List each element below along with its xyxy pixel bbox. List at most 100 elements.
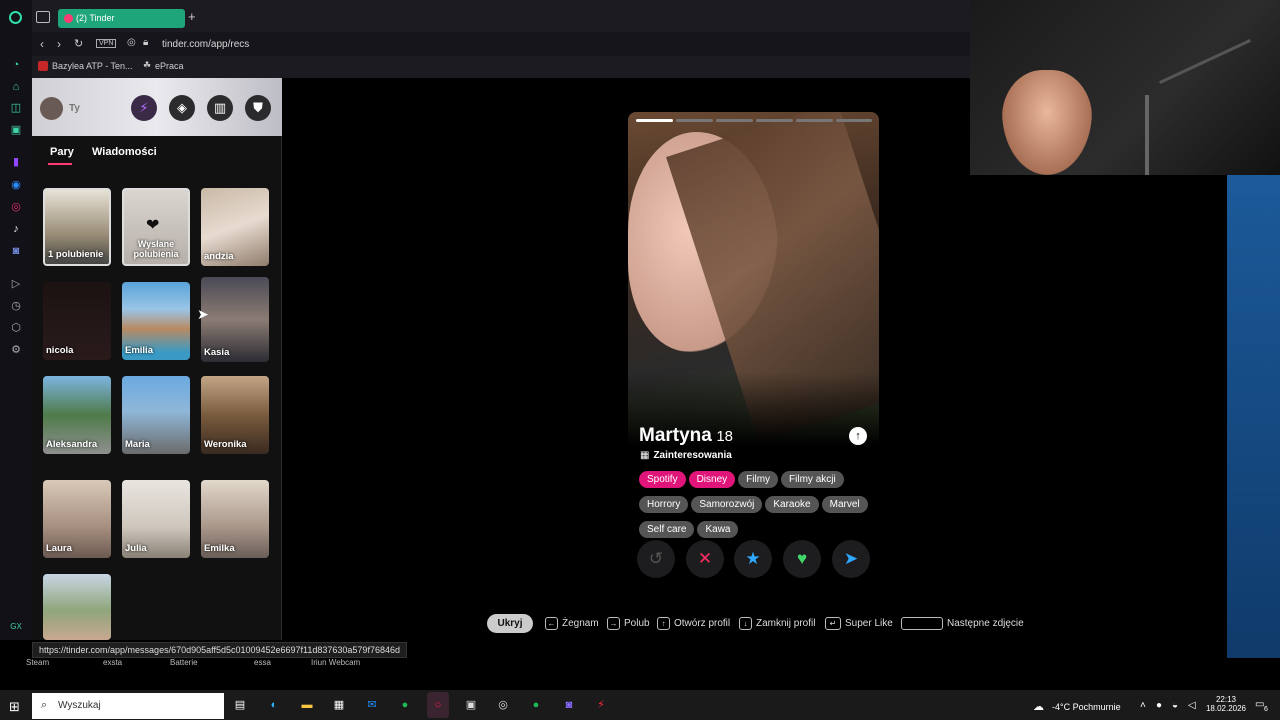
boost-send-button[interactable]: ➤ <box>832 540 870 578</box>
match-tile[interactable]: Emilia <box>122 282 190 360</box>
match-tile[interactable]: Maria <box>122 376 190 454</box>
discord-icon[interactable]: ◙ <box>561 697 577 713</box>
network-icon[interactable]: ◒ <box>1172 700 1178 711</box>
photo-indicator[interactable] <box>836 119 872 122</box>
open-profile-icon[interactable]: ↑ <box>849 427 867 445</box>
desktop-icon-label[interactable]: Batterie <box>170 658 198 667</box>
weather-icon[interactable]: ☁ <box>1033 700 1044 713</box>
match-tile[interactable]: Laura <box>43 480 111 558</box>
settings-icon[interactable]: ⚙ <box>9 343 23 357</box>
shield-icon[interactable]: ⛊ <box>245 95 271 121</box>
interest-pill: Filmy <box>738 471 779 488</box>
cursor-icon: ➤ <box>197 306 209 322</box>
interest-pill: Spotify <box>639 471 686 488</box>
shopping-icon[interactable]: ⌂ <box>9 80 23 94</box>
photo-indicator[interactable] <box>796 119 833 122</box>
like-button[interactable]: ♥ <box>783 540 821 578</box>
tab-menu-icon[interactable] <box>36 11 50 23</box>
microphone-icon[interactable]: ● <box>1156 700 1162 711</box>
matches-sidebar: Ty ⚡ ◈ ▥ ⛊ Pary Wiadomości 1 polubienie … <box>32 78 282 640</box>
rewind-button[interactable]: ↺ <box>637 540 675 578</box>
profile-card[interactable]: Martyna 18 ↑ ▦ Zainteresowania Spotify Dis… <box>628 112 879 556</box>
nope-button[interactable]: ✕ <box>686 540 724 578</box>
desktop-icon-label[interactable]: Steam <box>26 658 49 667</box>
opera-logo-icon[interactable] <box>9 11 22 24</box>
photo-indicator[interactable] <box>756 119 793 122</box>
forward-icon[interactable]: › <box>57 37 61 51</box>
taskbar-search[interactable]: ⌕ Wyszukaj <box>32 693 224 719</box>
match-tile[interactable]: andzia <box>201 188 269 266</box>
app-icon[interactable]: ▣ <box>463 697 479 713</box>
discord-icon[interactable]: ◙ <box>9 244 23 258</box>
interest-pill: Filmy akcji <box>781 471 844 488</box>
back-icon[interactable]: ‹ <box>40 37 44 51</box>
tiktok-icon[interactable]: ♪ <box>9 222 23 236</box>
volume-icon[interactable]: ◁ <box>1188 700 1196 711</box>
match-tile[interactable] <box>43 574 111 640</box>
match-tile[interactable]: Aleksandra <box>43 376 111 454</box>
shortcut-like: → Polub <box>607 617 650 630</box>
clock[interactable]: 22:13 18.02.2026 <box>1202 695 1250 713</box>
location-icon[interactable]: ◎ <box>127 37 136 48</box>
app-bolt-icon[interactable]: ⚡ <box>593 697 609 713</box>
twitch-icon[interactable]: ▮ <box>9 155 23 169</box>
gx-icon[interactable]: GX <box>9 620 23 634</box>
task-view-icon[interactable]: ▤ <box>232 697 248 713</box>
vpn-badge[interactable]: VPN <box>96 39 117 48</box>
match-tile[interactable]: nicola <box>43 282 111 360</box>
crypto-icon[interactable]: ◫ <box>9 101 23 115</box>
tab-messages[interactable]: Wiadomości <box>92 146 157 158</box>
history-icon[interactable]: ◷ <box>9 299 23 313</box>
windows-start-icon[interactable]: ⊞ <box>9 699 20 715</box>
match-tile[interactable]: Emilka <box>201 480 269 558</box>
spotify-icon[interactable]: ● <box>397 697 413 713</box>
player-icon[interactable]: ▣ <box>9 123 23 137</box>
hide-shortcuts-button[interactable]: Ukryj <box>487 614 533 633</box>
bookmark-item[interactable]: ePraca <box>155 61 184 71</box>
match-tile[interactable]: Julia <box>122 480 190 558</box>
match-tile[interactable]: Kasia <box>201 277 269 362</box>
instagram-icon[interactable]: ◎ <box>9 200 23 214</box>
photo-indicator-active[interactable] <box>636 119 673 122</box>
player-icon[interactable]: ▷ <box>9 277 23 291</box>
desktop-icon-label[interactable]: exsta <box>103 658 122 667</box>
boost-icon[interactable]: ⚡ <box>131 95 157 121</box>
edge-icon[interactable]: ◐ <box>266 697 282 713</box>
desktop-icon-label[interactable]: essa <box>254 658 271 667</box>
file-explorer-icon[interactable]: ▬ <box>299 697 315 713</box>
mail-icon[interactable]: ✉ <box>364 697 380 713</box>
tray-chevron-icon[interactable]: ˄ <box>1140 700 1146 711</box>
grid-icon: ▦ <box>640 450 650 461</box>
clock-date: 18.02.2026 <box>1205 704 1247 713</box>
bookmarks-bar: Bazylea ATP - Ten... ☘ ePraca <box>32 58 970 76</box>
tab-matches[interactable]: Pary <box>50 146 74 158</box>
desktop-icon-label[interactable]: Iriun Webcam <box>311 658 360 667</box>
aria-icon[interactable]: ◔ <box>9 58 23 72</box>
weather-text[interactable]: -4°C Pochmurnie <box>1052 702 1121 712</box>
url-text[interactable]: tinder.com/app/recs <box>162 39 249 50</box>
spotify-icon[interactable]: ● <box>528 697 544 713</box>
avatar[interactable] <box>40 97 63 120</box>
opera-gx-icon[interactable]: ○ <box>427 692 449 718</box>
reload-icon[interactable]: ↻ <box>74 37 83 50</box>
bookmark-favicon-icon: ☘ <box>143 60 152 70</box>
browser-tab[interactable]: (2) Tinder <box>58 9 185 28</box>
sent-likes-tile[interactable]: ❤ Wysłane polubienia <box>122 188 190 266</box>
explore-icon[interactable]: ◈ <box>169 95 195 121</box>
interests-heading: ▦ Zainteresowania <box>640 450 732 461</box>
mic-arm <box>1145 95 1149 175</box>
store-icon[interactable]: ▦ <box>331 697 347 713</box>
super-like-button[interactable]: ★ <box>734 540 772 578</box>
messenger-icon[interactable]: ◉ <box>9 178 23 192</box>
lock-icon[interactable]: 🔒︎ <box>143 37 148 48</box>
photo-indicator[interactable] <box>676 119 713 122</box>
extensions-icon[interactable]: ⬡ <box>9 321 23 335</box>
match-tile[interactable]: Weronika <box>201 376 269 454</box>
steam-icon[interactable]: ◎ <box>495 697 511 713</box>
bookmark-item[interactable]: Bazylea ATP - Ten... <box>52 61 133 71</box>
briefcase-icon[interactable]: ▥ <box>207 95 233 121</box>
likes-tile[interactable]: 1 polubienie <box>43 188 111 266</box>
profile-label[interactable]: Ty <box>69 103 80 114</box>
new-tab-icon[interactable]: + <box>188 9 196 24</box>
photo-indicator[interactable] <box>716 119 753 122</box>
